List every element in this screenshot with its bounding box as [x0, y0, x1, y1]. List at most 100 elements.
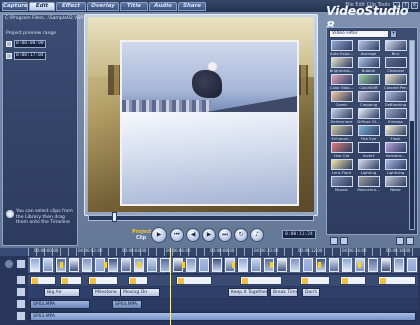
repeat-button[interactable]: ↻ [234, 228, 248, 242]
library-item[interactable]: Cropping [356, 91, 381, 107]
video-clip-frame[interactable] [277, 258, 287, 272]
library-item[interactable]: DeBlocking [383, 91, 408, 107]
library-item[interactable]: Auto Expo... [329, 40, 354, 56]
preview-scrubber[interactable] [88, 215, 314, 221]
tab-effect[interactable]: Effect [56, 2, 86, 11]
library-item[interactable]: Diffuse Gl... [356, 108, 381, 124]
apply-icon[interactable] [396, 237, 404, 245]
overlay-track-icon[interactable] [16, 275, 26, 285]
library-item[interactable]: Lighting [356, 159, 381, 175]
transition-marker[interactable] [182, 262, 185, 268]
library-item[interactable]: Blur [383, 40, 408, 56]
library-item[interactable]: Lightning [383, 159, 408, 175]
library-item[interactable]: Emboss [383, 108, 408, 124]
overlay-clip[interactable] [300, 276, 330, 285]
project-mode-label[interactable]: Project [132, 230, 151, 235]
video-clip-frame[interactable] [82, 258, 92, 272]
video-clip-frame[interactable] [381, 258, 391, 272]
chevron-down-icon[interactable]: ▾ [390, 30, 397, 38]
transition-marker[interactable] [104, 262, 107, 268]
library-item[interactable]: Bubble [356, 57, 381, 73]
overlay-clip[interactable] [30, 276, 56, 285]
library-item[interactable]: Kaleidos... [383, 142, 408, 158]
voice-clip[interactable]: SP03.MPA [112, 300, 142, 309]
video-clip-frame[interactable] [147, 258, 157, 272]
library-item[interactable]: Enhance... [329, 125, 354, 141]
library-item[interactable]: Invert [356, 142, 381, 158]
library-item[interactable]: Brightness... [329, 57, 354, 73]
transition-marker[interactable] [232, 262, 235, 268]
expand-icon[interactable] [406, 237, 414, 245]
library-scrollbar[interactable] [409, 40, 415, 230]
library-item[interactable]: Lens Flare [329, 159, 354, 175]
library-item[interactable]: Noise [383, 176, 408, 192]
library-item[interactable]: Hue Cat [329, 142, 354, 158]
overlay-clip[interactable] [240, 276, 282, 285]
video-clip-frame[interactable] [394, 258, 404, 272]
end-button[interactable]: ⏭ [218, 228, 232, 242]
library-item[interactable]: Fish Eye [356, 125, 381, 141]
video-clip-frame[interactable] [212, 258, 222, 272]
video-clip-frame[interactable] [186, 258, 196, 272]
video-clip-frame[interactable] [30, 258, 40, 272]
overlay-clip[interactable] [60, 276, 82, 285]
overlay-clip[interactable] [176, 276, 212, 285]
video-clip-frame[interactable] [160, 258, 170, 272]
library-item[interactable]: Average [356, 40, 381, 56]
video-clip-frame[interactable] [290, 258, 300, 272]
library-item[interactable]: Mosaic [329, 176, 354, 192]
library-scroll-thumb[interactable] [410, 41, 414, 121]
title-clip[interactable]: Moving On [120, 288, 160, 297]
transition-marker[interactable] [138, 262, 141, 268]
library-folder-select[interactable]: Video Filter [329, 30, 389, 38]
home-button[interactable]: ⏮ [170, 228, 184, 242]
video-track-icon[interactable] [16, 259, 26, 269]
library-item[interactable]: ColorShift [356, 74, 381, 90]
forward-button[interactable]: ▶ [202, 228, 216, 242]
timeline-playhead[interactable] [170, 248, 171, 325]
library-item[interactable]: Colored Pen [383, 74, 408, 90]
video-clip-frame[interactable] [303, 258, 313, 272]
library-item[interactable]: Comic [329, 91, 354, 107]
video-clip-frame[interactable] [329, 258, 339, 272]
tab-overlay[interactable]: Overlay [87, 2, 119, 11]
overlay-clip[interactable] [128, 276, 148, 285]
library-item[interactable]: DeInterlace [329, 108, 354, 124]
video-clip-frame[interactable] [108, 258, 118, 272]
tab-share[interactable]: Share [178, 2, 206, 11]
overlay-video[interactable] [122, 42, 297, 204]
tab-edit[interactable]: Edit [29, 2, 55, 11]
volume-button[interactable]: ♪ [250, 228, 264, 242]
library-item[interactable]: Color Bala... [329, 74, 354, 90]
music-clip[interactable]: SP03.MPA [30, 312, 416, 321]
options-icon[interactable] [340, 237, 348, 245]
overlay-clip[interactable] [340, 276, 366, 285]
tab-capture[interactable]: Capture [2, 2, 28, 11]
transition-marker[interactable] [270, 262, 273, 268]
transition-marker[interactable] [318, 262, 321, 268]
timecode-display[interactable]: 0:00:11:24 [282, 230, 316, 239]
tab-audio[interactable]: Audio [149, 2, 177, 11]
video-clip-frame[interactable] [342, 258, 352, 272]
video-clip-frame[interactable] [69, 258, 79, 272]
voice-track-icon[interactable] [16, 299, 26, 309]
mark-in-icon[interactable] [6, 40, 12, 47]
library-item[interactable]: Flash [383, 125, 408, 141]
video-clip-frame[interactable] [238, 258, 248, 272]
voice-clip[interactable]: SP03.MPA [30, 300, 90, 309]
music-track-icon[interactable] [16, 311, 26, 321]
track-toggle-icon[interactable] [4, 259, 14, 269]
import-icon[interactable] [330, 237, 338, 245]
clip-mode-label[interactable]: Clip [136, 236, 146, 241]
video-clip-frame[interactable] [199, 258, 209, 272]
title-clip[interactable]: Don't Fo [302, 288, 320, 297]
title-clip[interactable]: Keep It Together [228, 288, 268, 297]
transition-marker[interactable] [358, 262, 361, 268]
video-clip-frame[interactable] [368, 258, 378, 272]
range-end-field[interactable]: 0:00:17:04 [14, 51, 46, 60]
scrubber-handle[interactable] [112, 212, 117, 222]
play-button[interactable]: ▶ [151, 227, 167, 243]
title-track-icon[interactable] [16, 287, 26, 297]
overlay-clip[interactable] [88, 276, 118, 285]
video-clip-frame[interactable] [121, 258, 131, 272]
